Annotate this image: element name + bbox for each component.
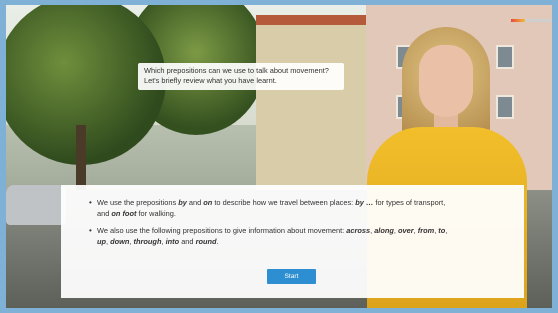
progress-bar	[511, 19, 551, 22]
bullet-icon: •	[89, 226, 92, 236]
question-line-1: Which prepositions can we use to talk ab…	[144, 66, 329, 75]
parked-car	[6, 185, 66, 225]
text-run: We also use the following prepositions t…	[97, 226, 347, 236]
bullet-icon: •	[89, 198, 92, 207]
text-run: to describe how we travel between places…	[212, 198, 356, 207]
keyword: over	[398, 226, 414, 236]
presenter-face	[419, 45, 473, 117]
text-run: for walking.	[136, 208, 176, 218]
text-run: and	[97, 208, 112, 218]
review-item: • We also use the following prepositions…	[89, 226, 502, 247]
keyword: up	[97, 236, 107, 246]
review-item-text: We also use the following prepositions t…	[97, 226, 448, 246]
text-run: and	[186, 198, 204, 207]
question-bubble: Which prepositions can we use to talk ab…	[138, 63, 344, 90]
keyword: down	[110, 236, 130, 246]
keyword: on foot	[111, 208, 137, 218]
text-run: and	[181, 236, 194, 246]
start-button[interactable]: Start	[267, 269, 316, 284]
keyword: to	[438, 226, 446, 236]
keyword: from	[417, 226, 435, 236]
review-panel: • We use the prepositions by and on to d…	[61, 185, 524, 298]
text-run: We use the prepositions	[97, 198, 179, 207]
text-run: for types of transport,	[373, 198, 446, 207]
keyword: round	[195, 236, 217, 246]
review-item-text: We use the prepositions by and on to des…	[97, 198, 445, 219]
keyword: across	[346, 226, 371, 236]
keyword: into	[165, 236, 180, 246]
keyword: by …	[355, 198, 374, 207]
keyword: along	[374, 226, 394, 236]
keyword: on	[203, 198, 213, 207]
keyword: through	[133, 236, 162, 246]
review-item: • We use the prepositions by and on to d…	[89, 198, 502, 219]
keyword: by	[178, 198, 187, 207]
progress-fill	[511, 19, 525, 22]
question-line-2: Let's briefly review what you have learn…	[144, 75, 277, 85]
background-building	[256, 25, 366, 190]
